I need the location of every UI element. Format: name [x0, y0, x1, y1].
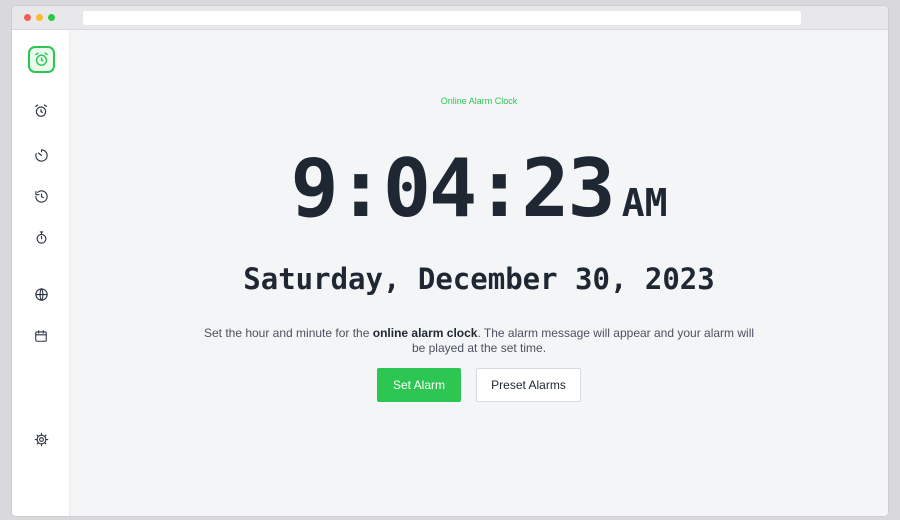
globe-icon — [34, 287, 48, 301]
settings-icon — [34, 432, 48, 446]
digital-clock: 9:04:23 AM — [70, 142, 888, 235]
stopwatch-icon — [36, 230, 46, 244]
sidebar-item-world-clock[interactable] — [32, 285, 50, 303]
browser-window: Online Alarm Clock 9:04:23 AM Saturday, D… — [12, 6, 888, 516]
set-alarm-button[interactable]: Set Alarm — [377, 368, 461, 402]
page-tagline: Online Alarm Clock — [440, 96, 518, 106]
app-logo[interactable] — [28, 46, 55, 73]
sidebar-item-alarm[interactable] — [32, 102, 50, 120]
calendar-icon — [35, 330, 47, 342]
clock-time: 9:04:23 — [290, 142, 616, 235]
minimize-window-button[interactable] — [36, 14, 43, 21]
description-text: Set the hour and minute for the online a… — [203, 326, 755, 355]
sidebar-item-settings[interactable] — [32, 430, 50, 448]
alarm-clock-icon — [35, 52, 48, 66]
sidebar-item-timer[interactable] — [32, 146, 50, 164]
clock-ampm: AM — [621, 181, 668, 225]
current-date: Saturday, December 30, 2023 — [243, 262, 715, 296]
description-highlight: online alarm clock — [372, 326, 478, 340]
address-bar[interactable] — [83, 11, 801, 25]
title-bar — [12, 6, 888, 30]
main-content: Online Alarm Clock 9:04:23 AM Saturday, D… — [70, 30, 888, 516]
preset-alarms-button[interactable]: Preset Alarms — [476, 368, 581, 402]
sidebar-item-calendar[interactable] — [32, 327, 50, 345]
countdown-icon — [34, 189, 48, 203]
timer-icon — [34, 148, 48, 162]
close-window-button[interactable] — [24, 14, 31, 21]
sidebar-item-countdown[interactable] — [32, 187, 50, 205]
alarm-clock-icon — [35, 104, 47, 117]
maximize-window-button[interactable] — [48, 14, 55, 21]
sidebar-item-stopwatch[interactable] — [32, 228, 50, 246]
sidebar — [12, 30, 70, 516]
